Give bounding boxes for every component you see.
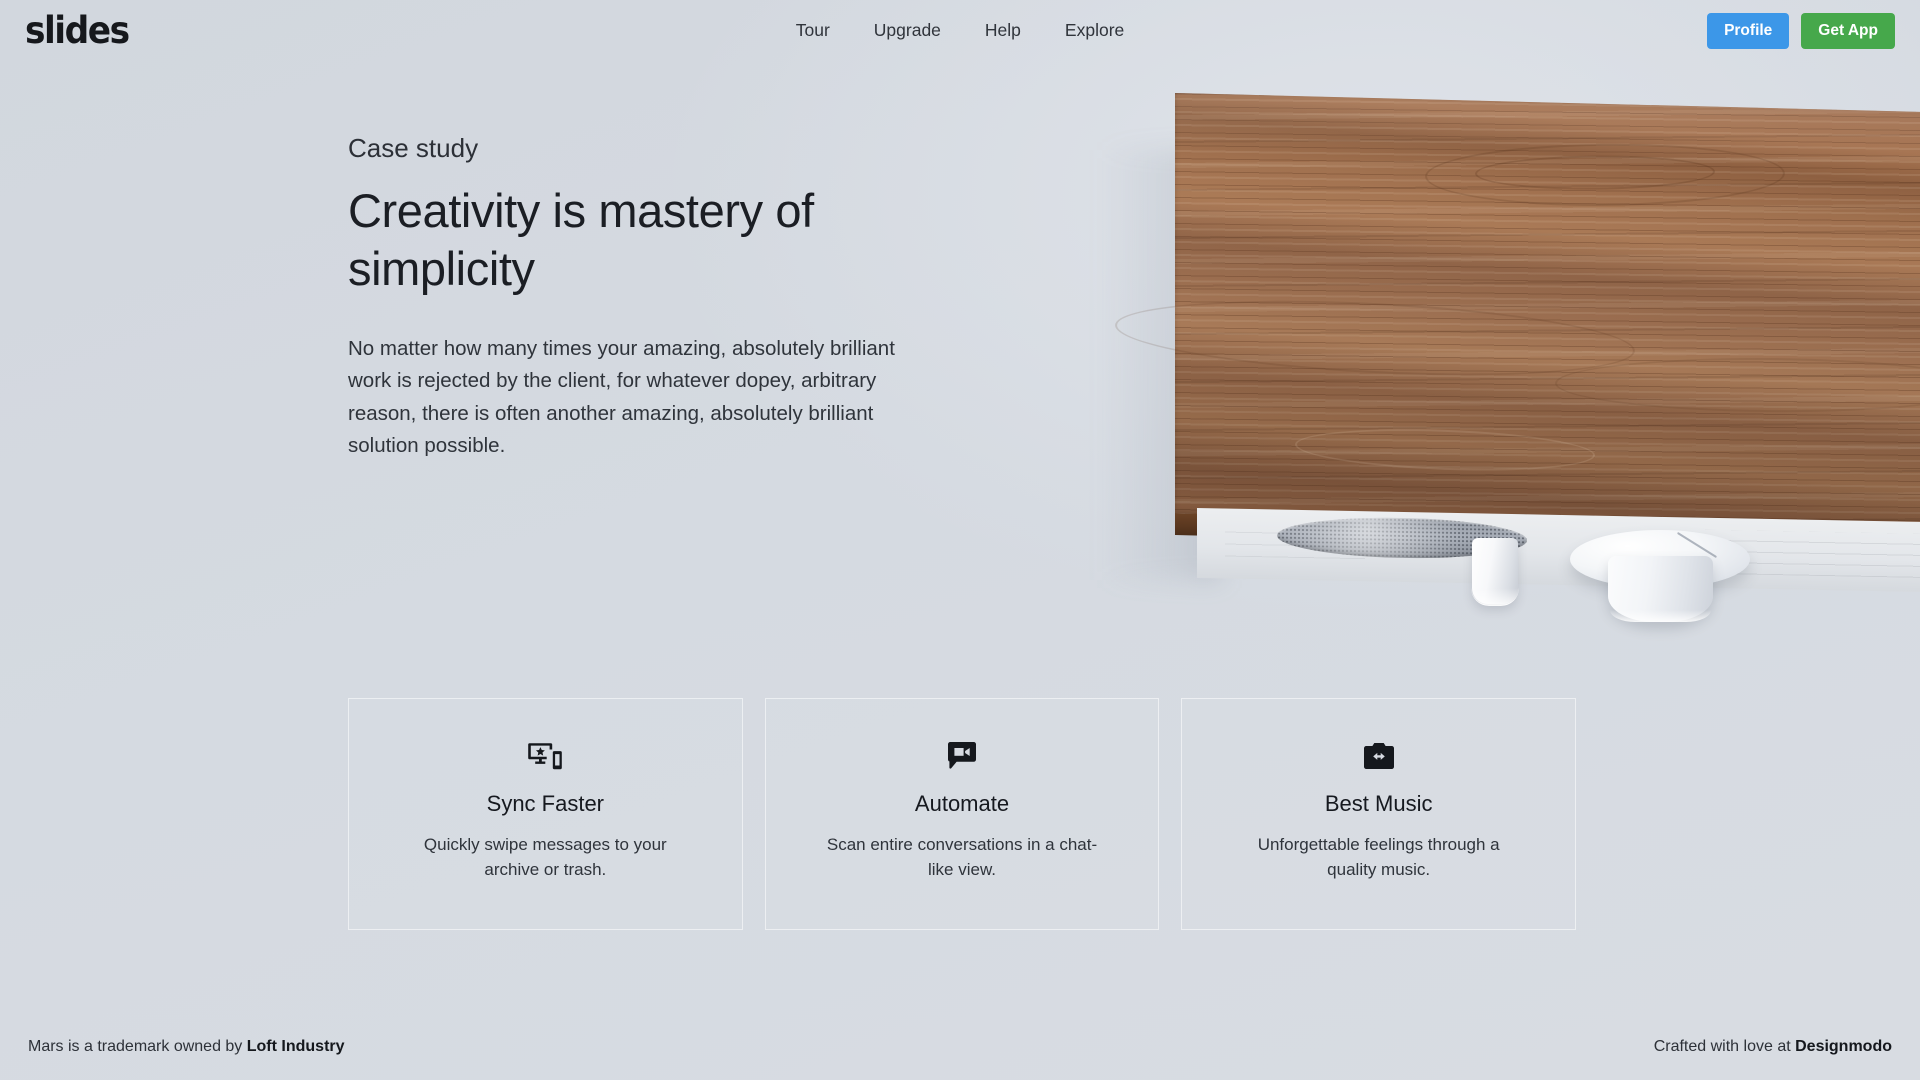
- feature-cards: Sync Faster Quickly swipe messages to yo…: [348, 698, 1577, 930]
- feature-description: Unforgettable feelings through a quality…: [1257, 835, 1500, 880]
- feature-card-best-music[interactable]: Best Music Unforgettable feelings throug…: [1181, 698, 1577, 930]
- footer-credit-brand[interactable]: Designmodo: [1795, 1038, 1892, 1055]
- main-navigation: Tour Upgrade Help Explore: [0, 21, 1920, 40]
- hero-product-photo: [1114, 93, 1920, 653]
- nav-item-help[interactable]: Help: [985, 21, 1021, 40]
- nav-item-tour[interactable]: Tour: [796, 21, 830, 40]
- devices-star-icon: [528, 741, 563, 771]
- hero-copy: Case study Creativity is mastery of simp…: [348, 133, 988, 462]
- shelf-wood-face: [1114, 93, 1920, 533]
- header-actions: Profile Get App: [1707, 13, 1895, 49]
- camera-swap-icon: [1362, 741, 1396, 771]
- hero-headline: Creativity is mastery of simplicity: [348, 184, 814, 295]
- feature-description: Scan entire conversations in a chat-like…: [826, 835, 1098, 880]
- white-bowl-object: [1570, 530, 1750, 640]
- wood-grain-swirl: [1474, 154, 1716, 191]
- feature-title: Automate: [914, 791, 1010, 816]
- hero-eyebrow: Case study: [348, 133, 479, 163]
- cup-rim: [1471, 588, 1519, 606]
- brand-logo[interactable]: slides: [25, 12, 130, 49]
- site-header: slides Tour Upgrade Help Explore Profile…: [0, 0, 1920, 70]
- wood-grain-swirl: [1554, 356, 1920, 414]
- video-chat-icon: [945, 741, 979, 771]
- feature-card-automate[interactable]: Automate Scan entire conversations in a …: [764, 698, 1160, 930]
- wood-grain-swirl: [1424, 142, 1786, 208]
- wood-grain-swirl: [1294, 424, 1596, 476]
- site-footer: Mars is a trademark owned by Loft Indust…: [0, 1024, 1920, 1080]
- feature-title: Best Music: [1324, 791, 1433, 816]
- profile-button[interactable]: Profile: [1707, 13, 1790, 49]
- feature-title: Sync Faster: [486, 791, 605, 816]
- wood-grain-swirl: [1114, 290, 1636, 386]
- nav-item-upgrade[interactable]: Upgrade: [874, 21, 941, 40]
- footer-credit-text: Crafted with love at: [1653, 1038, 1796, 1055]
- bowl-cup: [1608, 556, 1713, 622]
- white-cup-object: [1471, 538, 1519, 610]
- landing-page: slides Tour Upgrade Help Explore Profile…: [0, 0, 1920, 1080]
- footer-trademark-text: Mars is a trademark owned by: [28, 1038, 247, 1055]
- get-app-button[interactable]: Get App: [1801, 13, 1895, 49]
- footer-trademark: Mars is a trademark owned by Loft Indust…: [28, 1038, 345, 1056]
- feature-description: Quickly swipe messages to your archive o…: [423, 835, 667, 880]
- footer-trademark-owner[interactable]: Loft Industry: [247, 1038, 345, 1055]
- nav-item-explore[interactable]: Explore: [1065, 21, 1124, 40]
- feature-card-sync-faster[interactable]: Sync Faster Quickly swipe messages to yo…: [348, 698, 743, 930]
- hero-paragraph: No matter how many times your amazing, a…: [348, 336, 895, 457]
- footer-credit: Crafted with love at Designmodo: [1654, 1038, 1892, 1056]
- shelf-recess: [1197, 508, 1920, 593]
